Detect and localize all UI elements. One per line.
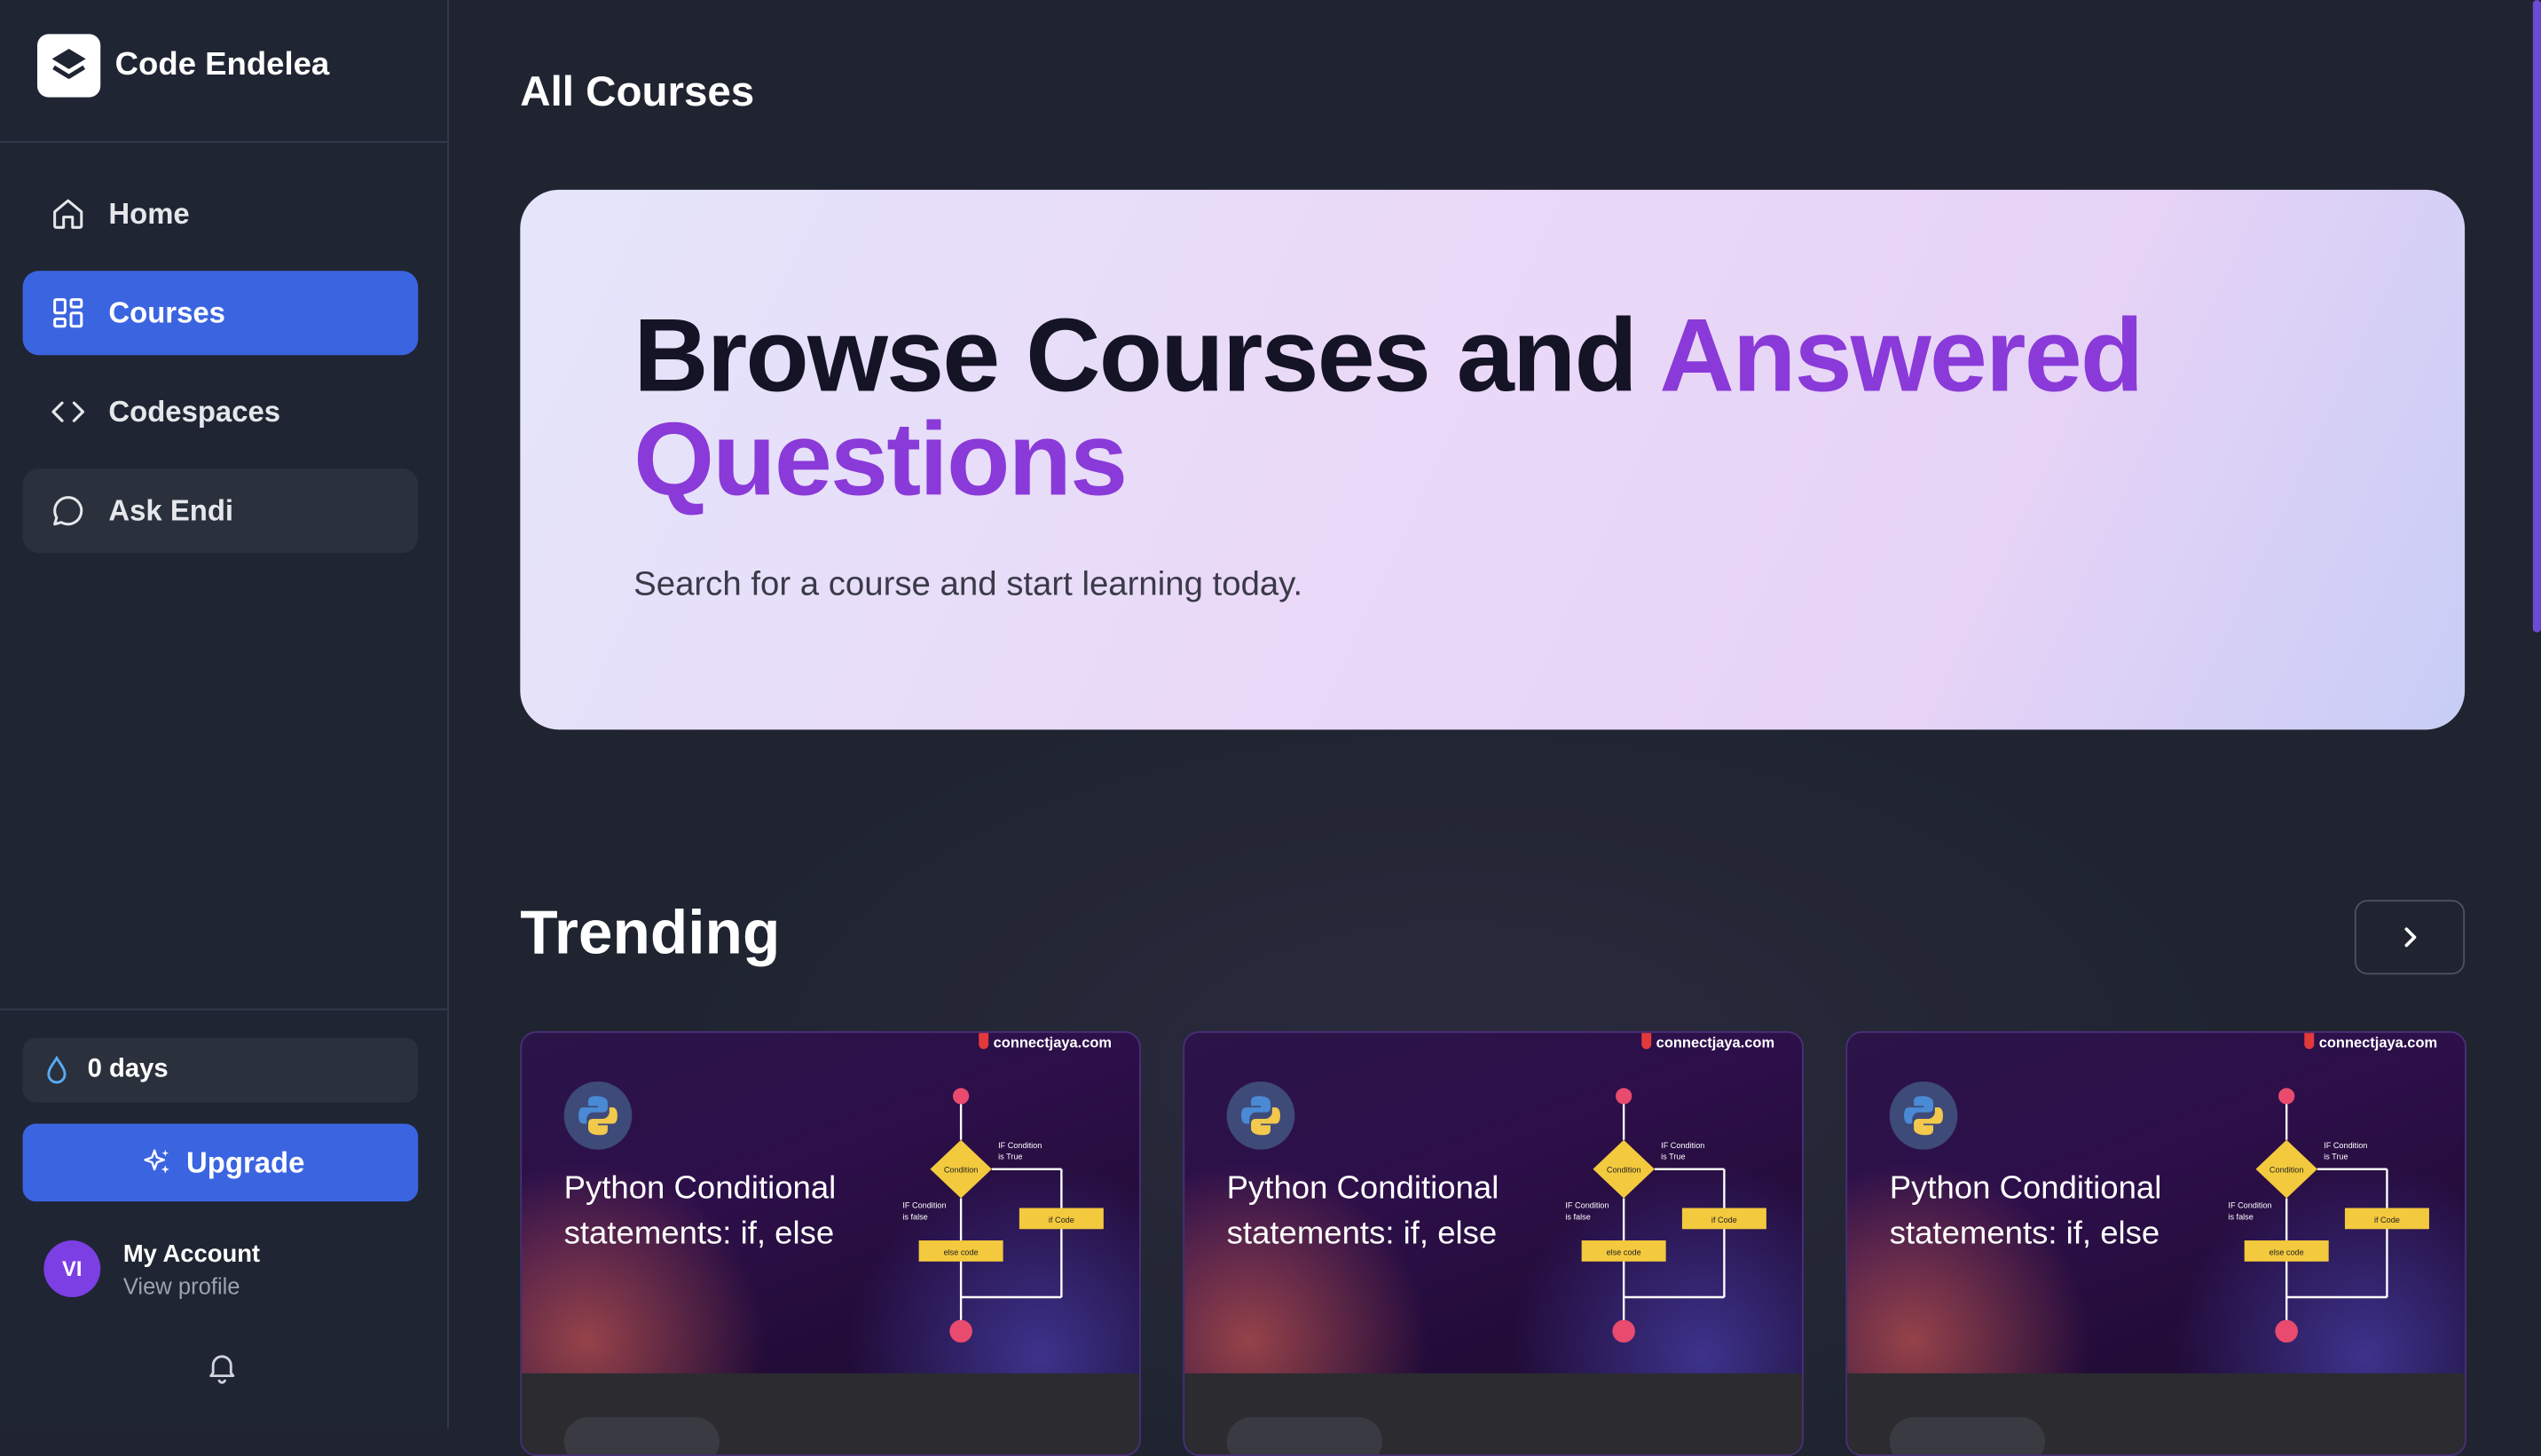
course-card-footer bbox=[1184, 1373, 1803, 1455]
hero-banner: Browse Courses and Answered Questions Se… bbox=[520, 189, 2466, 730]
view-profile-link[interactable]: View profile bbox=[123, 1273, 240, 1299]
hero-title: Browse Courses and Answered Questions bbox=[633, 303, 2384, 511]
bell-icon[interactable] bbox=[204, 1349, 240, 1384]
svg-text:is True: is True bbox=[2324, 1153, 2348, 1161]
thumbnail-watermark: connectjaya.com bbox=[2304, 1033, 2437, 1051]
sidebar: Code Endelea Home Courses Codespaces Ask… bbox=[0, 0, 449, 1429]
svg-text:if Code: if Code bbox=[1049, 1216, 1074, 1224]
code-icon bbox=[51, 401, 85, 422]
sidebar-item-label: Ask Endi bbox=[108, 494, 234, 527]
grid-icon bbox=[53, 298, 83, 328]
course-thumbnail: connectjaya.com Python Conditional state… bbox=[1184, 1033, 1803, 1373]
streak-counter[interactable]: 0 days bbox=[22, 1037, 419, 1103]
chat-bubble-icon bbox=[53, 496, 83, 526]
stack-logo-icon bbox=[51, 48, 86, 79]
hero-title-text: Browse Courses and bbox=[633, 296, 1660, 414]
svg-text:Condition: Condition bbox=[944, 1165, 979, 1174]
chevron-right-icon bbox=[2404, 927, 2417, 948]
sidebar-item-ask-endi[interactable]: Ask Endi bbox=[22, 468, 419, 554]
home-icon bbox=[53, 199, 83, 229]
sidebar-item-home[interactable]: Home bbox=[23, 172, 419, 256]
brand-header[interactable]: Code Endelea bbox=[0, 0, 448, 143]
course-thumbnail: connectjaya.com Python Conditional state… bbox=[522, 1033, 1140, 1373]
trending-next-button[interactable] bbox=[2354, 900, 2466, 975]
flowchart-illustration: Condition IF Condition is True if Code I… bbox=[902, 1088, 1104, 1343]
svg-text:else code: else code bbox=[1607, 1247, 1641, 1256]
course-tag bbox=[1226, 1417, 1383, 1455]
trending-heading: Trending bbox=[520, 900, 781, 969]
svg-text:IF Condition: IF Condition bbox=[1565, 1200, 1609, 1209]
flowchart-illustration: Condition IF Condition is True if Code I… bbox=[1565, 1088, 1766, 1343]
sidebar-item-label: Codespaces bbox=[108, 395, 281, 429]
course-card-footer bbox=[1847, 1373, 2466, 1455]
sidebar-item-courses[interactable]: Courses bbox=[22, 271, 419, 356]
sparkles-icon bbox=[144, 1149, 169, 1174]
svg-text:is false: is false bbox=[1565, 1212, 1590, 1221]
svg-text:Condition: Condition bbox=[2270, 1165, 2304, 1174]
svg-text:is True: is True bbox=[998, 1153, 1022, 1161]
droplet-icon bbox=[47, 1055, 67, 1084]
sidebar-item-label: Courses bbox=[108, 296, 225, 329]
hero-subtitle: Search for a course and start learning t… bbox=[633, 565, 1303, 603]
svg-text:is True: is True bbox=[1661, 1153, 1685, 1161]
svg-text:else code: else code bbox=[2270, 1247, 2304, 1256]
sidebar-item-codespaces[interactable]: Codespaces bbox=[23, 370, 419, 454]
python-logo-icon bbox=[1226, 1081, 1295, 1150]
python-logo-icon bbox=[1889, 1081, 1958, 1150]
course-card[interactable]: connectjaya.com Python Conditional state… bbox=[1183, 1031, 1804, 1456]
svg-text:if Code: if Code bbox=[2374, 1216, 2400, 1224]
sidebar-item-label: Home bbox=[108, 197, 190, 231]
avatar[interactable]: VI bbox=[43, 1240, 101, 1297]
app-name: Code Endelea bbox=[114, 46, 330, 83]
account-name[interactable]: My Account bbox=[123, 1240, 260, 1268]
course-card[interactable]: connectjaya.com Python Conditional state… bbox=[520, 1031, 1141, 1456]
svg-text:IF Condition: IF Condition bbox=[2228, 1200, 2271, 1209]
upgrade-label: Upgrade bbox=[186, 1146, 305, 1179]
svg-text:is false: is false bbox=[2228, 1212, 2253, 1221]
scrollbar-thumb[interactable] bbox=[2532, 0, 2541, 633]
course-thumbnail: connectjaya.com Python Conditional state… bbox=[1847, 1033, 2466, 1373]
page-title: All Courses bbox=[520, 66, 755, 115]
svg-text:Condition: Condition bbox=[1607, 1165, 1641, 1174]
svg-text:if Code: if Code bbox=[1711, 1216, 1737, 1224]
course-title: Python Conditional statements: if, else bbox=[563, 1170, 837, 1252]
course-title: Python Conditional statements: if, else bbox=[1226, 1170, 1499, 1252]
thumbnail-watermark: connectjaya.com bbox=[1641, 1033, 1774, 1051]
main-content: All Courses Browse Courses and Answered … bbox=[448, 0, 2541, 1456]
course-card[interactable]: connectjaya.com Python Conditional state… bbox=[1845, 1031, 2466, 1456]
course-tag bbox=[563, 1417, 720, 1455]
course-title: Python Conditional statements: if, else bbox=[1889, 1170, 2162, 1252]
svg-text:is false: is false bbox=[902, 1212, 927, 1221]
svg-text:IF Condition: IF Condition bbox=[2324, 1141, 2367, 1150]
course-card-footer bbox=[522, 1373, 1140, 1455]
svg-text:IF Condition: IF Condition bbox=[902, 1200, 946, 1209]
svg-text:IF Condition: IF Condition bbox=[998, 1141, 1042, 1150]
flowchart-illustration: Condition IF Condition is True if Code I… bbox=[2228, 1088, 2429, 1343]
course-tag bbox=[1889, 1417, 2046, 1455]
streak-label: 0 days bbox=[87, 1055, 169, 1083]
app-logo[interactable] bbox=[37, 34, 101, 98]
thumbnail-watermark: connectjaya.com bbox=[979, 1033, 1112, 1051]
divider bbox=[0, 1008, 448, 1011]
upgrade-button[interactable]: Upgrade bbox=[22, 1123, 419, 1202]
svg-text:else code: else code bbox=[944, 1247, 979, 1256]
python-logo-icon bbox=[563, 1081, 633, 1150]
svg-text:IF Condition: IF Condition bbox=[1661, 1141, 1704, 1150]
